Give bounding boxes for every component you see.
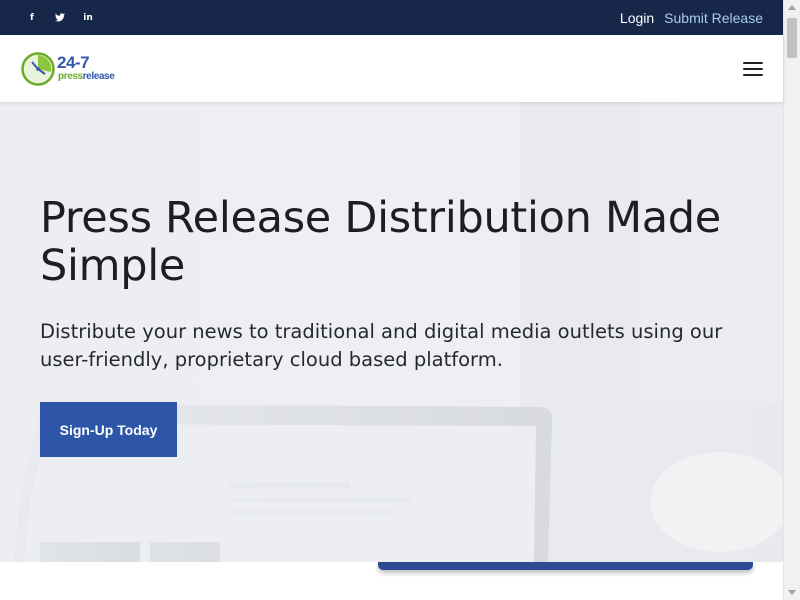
logo-text-247: 24-7 [57, 53, 90, 72]
twitter-icon[interactable] [46, 0, 74, 35]
sign-up-button[interactable]: Sign-Up Today [40, 402, 177, 457]
page-scrollbar[interactable] [783, 0, 800, 600]
hamburger-line [743, 62, 763, 64]
site-header: 24-7 pressrelease [0, 35, 783, 102]
logo-text-pressrelease: pressrelease [58, 71, 115, 82]
facebook-icon[interactable]: f [18, 0, 46, 35]
social-links: f in [18, 0, 102, 35]
hamburger-line [743, 68, 763, 70]
logo-clock-icon [21, 52, 55, 86]
twitter-bird-glyph [55, 13, 65, 22]
hamburger-line [743, 74, 763, 76]
linkedin-icon[interactable]: in [74, 0, 102, 35]
scroll-up-arrow-icon[interactable] [788, 5, 796, 10]
top-links: Login Submit Release [620, 0, 763, 35]
site-logo[interactable]: 24-7 pressrelease [21, 52, 141, 88]
hero-section: Press Release Distribution Made Simple D… [0, 102, 783, 562]
feature-card-top [378, 562, 753, 570]
logo-text-press: press [58, 71, 83, 82]
hero-title: Press Release Distribution Made Simple [40, 193, 721, 291]
hero-subtitle: Distribute your news to traditional and … [40, 320, 723, 371]
submit-release-link[interactable]: Submit Release [664, 10, 763, 26]
hamburger-menu-icon[interactable] [743, 62, 763, 76]
scroll-down-arrow-icon[interactable] [788, 590, 796, 595]
scrollbar-thumb[interactable] [787, 18, 797, 58]
top-bar: f in Login Submit Release [0, 0, 783, 35]
logo-text-release: release [82, 71, 115, 82]
login-link[interactable]: Login [620, 10, 654, 26]
